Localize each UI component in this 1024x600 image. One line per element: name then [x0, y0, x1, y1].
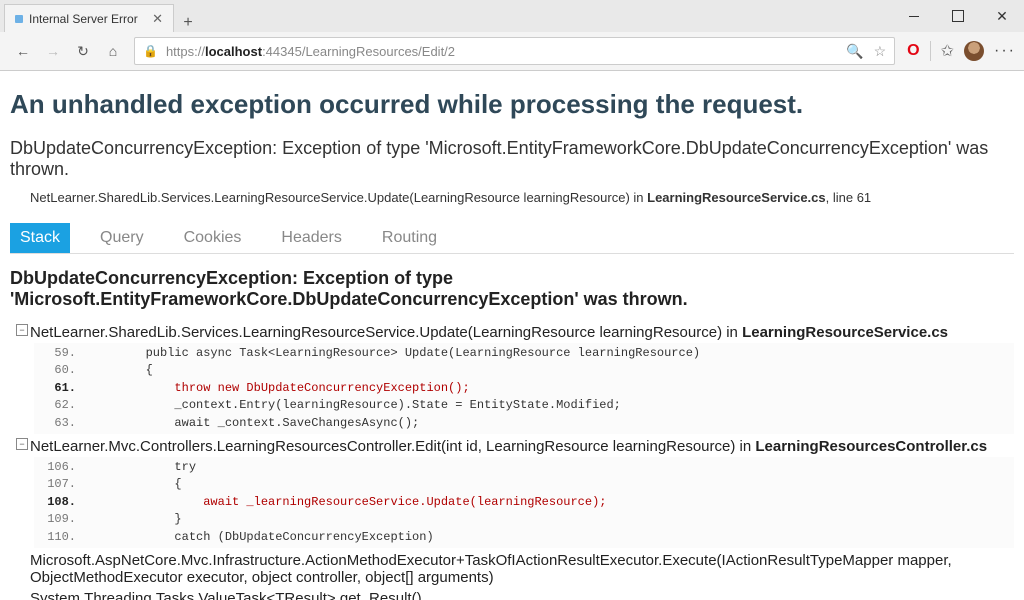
- code-line: 108. await _learningResourceService.Upda…: [34, 494, 1014, 511]
- page-title: An unhandled exception occurred while pr…: [10, 89, 1014, 120]
- address-bar-right: 🔍 ☆: [846, 43, 886, 60]
- tab-headers[interactable]: Headers: [271, 223, 351, 253]
- url-port: :44345: [262, 44, 302, 59]
- line-number: 107.: [34, 476, 88, 493]
- home-button[interactable]: ⌂: [98, 36, 128, 66]
- tab-cookies[interactable]: Cookies: [174, 223, 252, 253]
- separator: [930, 41, 931, 61]
- stack-remaining: Microsoft.AspNetCore.Mvc.Infrastructure.…: [10, 550, 1014, 600]
- stack-frame: −NetLearner.Mvc.Controllers.LearningReso…: [10, 436, 1014, 548]
- frame-file: LearningResourcesController.cs: [755, 438, 987, 455]
- code-text: await _context.SaveChangesAsync();: [88, 415, 419, 432]
- code-text: try: [88, 459, 196, 476]
- code-text: await _learningResourceService.Update(le…: [88, 494, 606, 511]
- zoom-icon[interactable]: 🔍: [846, 43, 863, 60]
- browser-chrome: Internal Server Error ✕ + ✕ ← → ↻ ⌂ 🔒 ht…: [0, 0, 1024, 71]
- favorite-icon[interactable]: ☆: [874, 43, 887, 60]
- error-tabs: Stack Query Cookies Headers Routing: [10, 223, 1014, 254]
- favorites-star-icon[interactable]: ✩: [941, 41, 954, 61]
- close-tab-icon[interactable]: ✕: [152, 11, 163, 27]
- line-number: 63.: [34, 415, 88, 432]
- code-text: {: [88, 362, 153, 379]
- frame-header[interactable]: NetLearner.Mvc.Controllers.LearningResou…: [10, 436, 1014, 457]
- line-number: 59.: [34, 345, 88, 362]
- code-block: 59. public async Task<LearningResource> …: [34, 343, 1014, 434]
- profile-avatar[interactable]: [964, 41, 984, 61]
- code-line: 107. {: [34, 476, 1014, 493]
- code-line: 60. {: [34, 362, 1014, 379]
- code-text: public async Task<LearningResource> Upda…: [88, 345, 700, 362]
- code-line: 106. try: [34, 459, 1014, 476]
- url-path: /LearningResources/Edit/2: [302, 44, 455, 59]
- line-number: 60.: [34, 362, 88, 379]
- frame-header[interactable]: NetLearner.SharedLib.Services.LearningRe…: [10, 322, 1014, 343]
- more-menu-icon[interactable]: ···: [994, 42, 1016, 60]
- code-line: 59. public async Task<LearningResource> …: [34, 345, 1014, 362]
- line-number: 61.: [34, 380, 88, 397]
- stack-frame: −NetLearner.SharedLib.Services.LearningR…: [10, 322, 1014, 434]
- back-button[interactable]: ←: [8, 36, 38, 66]
- new-tab-button[interactable]: +: [174, 14, 202, 32]
- browser-tab[interactable]: Internal Server Error ✕: [4, 4, 174, 32]
- window-maximize-button[interactable]: [936, 0, 980, 32]
- collapse-toggle[interactable]: −: [16, 324, 28, 336]
- extensions-area: O ✩ ···: [907, 41, 1016, 61]
- line-number: 62.: [34, 397, 88, 414]
- line-number: 109.: [34, 511, 88, 528]
- titlebar: Internal Server Error ✕ + ✕: [0, 0, 1024, 32]
- favicon: [15, 15, 23, 23]
- window-controls: ✕: [892, 0, 1024, 32]
- line-number: 108.: [34, 494, 88, 511]
- exception-location-method: NetLearner.SharedLib.Services.LearningRe…: [30, 190, 647, 205]
- code-block: 106. try107. {108. await _learningResour…: [34, 457, 1014, 548]
- code-line: 110. catch (DbUpdateConcurrencyException…: [34, 529, 1014, 546]
- exception-location-line: , line 61: [826, 190, 872, 205]
- tab-query[interactable]: Query: [90, 223, 154, 253]
- page-content: An unhandled exception occurred while pr…: [0, 71, 1024, 600]
- stack-frames: −NetLearner.SharedLib.Services.LearningR…: [10, 322, 1014, 548]
- code-text: {: [88, 476, 182, 493]
- lock-icon: 🔒: [143, 44, 158, 58]
- toolbar: ← → ↻ ⌂ 🔒 https://localhost:44345/Learni…: [0, 32, 1024, 70]
- frame-method: NetLearner.SharedLib.Services.LearningRe…: [30, 324, 742, 341]
- url-host: localhost: [205, 44, 262, 59]
- code-text: throw new DbUpdateConcurrencyException()…: [88, 380, 470, 397]
- code-line: 61. throw new DbUpdateConcurrencyExcepti…: [34, 380, 1014, 397]
- exception-location: NetLearner.SharedLib.Services.LearningRe…: [30, 190, 1014, 205]
- code-line: 62. _context.Entry(learningResource).Sta…: [34, 397, 1014, 414]
- url-scheme: https://: [166, 44, 205, 59]
- forward-button[interactable]: →: [38, 36, 68, 66]
- code-text: catch (DbUpdateConcurrencyException): [88, 529, 434, 546]
- tab-title: Internal Server Error: [29, 12, 146, 26]
- url-text: https://localhost:44345/LearningResource…: [166, 44, 455, 59]
- frame-method: NetLearner.Mvc.Controllers.LearningResou…: [30, 438, 755, 455]
- window-close-button[interactable]: ✕: [980, 0, 1024, 32]
- code-text: _context.Entry(learningResource).State =…: [88, 397, 621, 414]
- code-text: }: [88, 511, 182, 528]
- code-line: 109. }: [34, 511, 1014, 528]
- refresh-button[interactable]: ↻: [68, 36, 98, 66]
- code-line: 63. await _context.SaveChangesAsync();: [34, 415, 1014, 432]
- tab-stack[interactable]: Stack: [10, 223, 70, 253]
- tab-strip: Internal Server Error ✕ +: [0, 0, 892, 32]
- address-bar[interactable]: 🔒 https://localhost:44345/LearningResour…: [134, 37, 895, 65]
- stack-line[interactable]: System.Threading.Tasks.ValueTask<TResult…: [10, 588, 1014, 600]
- frame-file: LearningResourceService.cs: [742, 324, 948, 341]
- tab-routing[interactable]: Routing: [372, 223, 447, 253]
- collapse-toggle[interactable]: −: [16, 438, 28, 450]
- exception-summary: DbUpdateConcurrencyException: Exception …: [10, 138, 1014, 180]
- stack-line[interactable]: Microsoft.AspNetCore.Mvc.Infrastructure.…: [10, 550, 1014, 588]
- opera-extension-icon[interactable]: O: [907, 42, 919, 60]
- line-number: 110.: [34, 529, 88, 546]
- exception-location-file: LearningResourceService.cs: [647, 190, 825, 205]
- exception-title: DbUpdateConcurrencyException: Exception …: [10, 268, 1014, 310]
- line-number: 106.: [34, 459, 88, 476]
- window-minimize-button[interactable]: [892, 0, 936, 32]
